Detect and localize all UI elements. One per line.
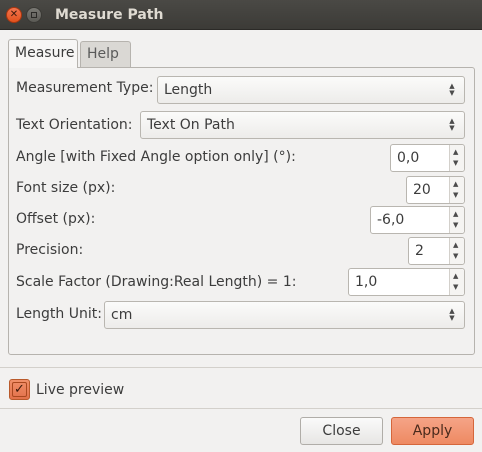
window-title: Measure Path — [55, 7, 164, 23]
length-unit-label: Length Unit: — [16, 306, 102, 322]
live-preview-checkbox[interactable]: ✓ — [9, 379, 30, 400]
precision-stepper[interactable]: ▲ ▼ — [449, 238, 464, 264]
measurement-type-combo[interactable]: Length ▲ ▼ — [157, 76, 465, 104]
step-down-icon[interactable]: ▼ — [453, 222, 458, 229]
measurement-type-value: Length — [164, 82, 213, 98]
font-size-spinbox[interactable]: 20 ▲ ▼ — [406, 176, 465, 204]
angle-label: Angle [with Fixed Angle option only] (°)… — [16, 149, 296, 165]
updown-arrows-icon: ▲ ▼ — [449, 82, 455, 97]
window-close-button[interactable]: ✕ — [6, 7, 22, 23]
font-size-value: 20 — [413, 182, 431, 198]
step-down-icon[interactable]: ▼ — [453, 160, 458, 167]
close-button[interactable]: Close — [300, 417, 383, 445]
step-up-icon[interactable]: ▲ — [453, 273, 458, 280]
live-preview-label[interactable]: Live preview — [36, 380, 124, 400]
offset-spinbox[interactable]: -6,0 ▲ ▼ — [370, 206, 465, 234]
precision-value: 2 — [415, 243, 424, 259]
measurement-type-label: Measurement Type: — [16, 80, 154, 96]
length-unit-combo[interactable]: cm ▲ ▼ — [104, 301, 465, 329]
length-unit-value: cm — [111, 307, 133, 323]
scale-factor-stepper[interactable]: ▲ ▼ — [449, 269, 464, 295]
font-size-label: Font size (px): — [16, 180, 116, 196]
separator — [0, 408, 482, 409]
step-up-icon[interactable]: ▲ — [453, 149, 458, 156]
precision-label: Precision: — [16, 242, 84, 258]
tab-help[interactable]: Help — [80, 41, 131, 67]
step-up-icon[interactable]: ▲ — [453, 181, 458, 188]
apply-button[interactable]: Apply — [391, 417, 474, 445]
updown-arrows-icon: ▲ ▼ — [449, 307, 455, 322]
scale-factor-label: Scale Factor (Drawing:Real Length) = 1: — [16, 274, 297, 290]
step-up-icon[interactable]: ▲ — [453, 242, 458, 249]
text-orientation-label: Text Orientation: — [16, 117, 133, 133]
angle-spinbox[interactable]: 0,0 ▲ ▼ — [390, 144, 465, 172]
step-down-icon[interactable]: ▼ — [453, 284, 458, 291]
text-orientation-value: Text On Path — [147, 117, 235, 133]
title-bar: ✕ Measure Path — [0, 0, 482, 30]
scale-factor-value: 1,0 — [355, 274, 378, 290]
text-orientation-combo[interactable]: Text On Path ▲ ▼ — [140, 111, 465, 139]
font-size-stepper[interactable]: ▲ ▼ — [449, 177, 464, 203]
tab-measure[interactable]: Measure — [8, 39, 78, 68]
window-minimize-button[interactable] — [26, 7, 42, 23]
step-down-icon[interactable]: ▼ — [453, 192, 458, 199]
offset-stepper[interactable]: ▲ ▼ — [449, 207, 464, 233]
offset-label: Offset (px): — [16, 211, 96, 227]
minimize-icon — [31, 12, 37, 18]
angle-value: 0,0 — [397, 150, 420, 166]
scale-factor-spinbox[interactable]: 1,0 ▲ ▼ — [348, 268, 465, 296]
updown-arrows-icon: ▲ ▼ — [449, 117, 455, 132]
close-icon: ✕ — [9, 9, 19, 20]
angle-stepper[interactable]: ▲ ▼ — [449, 145, 464, 171]
step-down-icon[interactable]: ▼ — [453, 253, 458, 260]
checkmark-icon: ✓ — [14, 382, 25, 397]
step-up-icon[interactable]: ▲ — [453, 211, 458, 218]
offset-value: -6,0 — [377, 212, 405, 228]
separator — [0, 367, 482, 368]
precision-spinbox[interactable]: 2 ▲ ▼ — [408, 237, 465, 265]
